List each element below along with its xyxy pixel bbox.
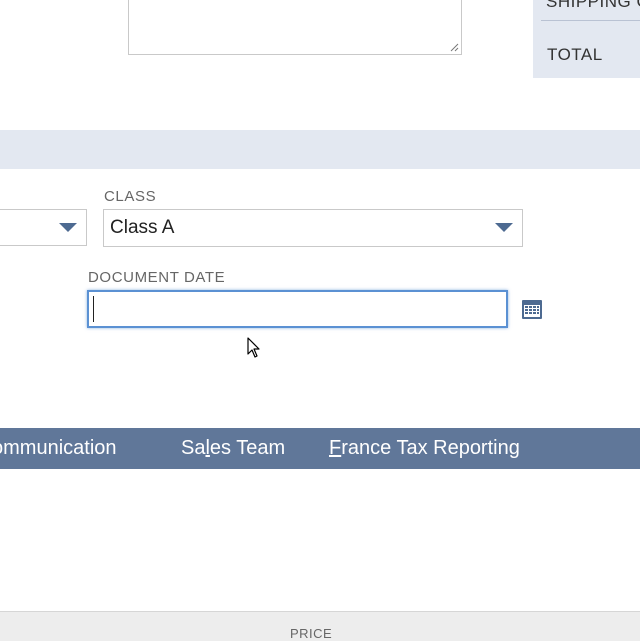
chevron-down-icon[interactable] <box>59 223 77 232</box>
tab-france-tax-reporting[interactable]: France Tax Reporting <box>329 437 520 460</box>
resize-grip-icon[interactable] <box>450 43 459 52</box>
summary-total-label: TOTAL <box>547 45 603 64</box>
document-date-label: DOCUMENT DATE <box>88 269 226 286</box>
summary-divider <box>541 20 640 21</box>
tab-sales-team[interactable]: Sales Team <box>181 437 285 460</box>
grid-column-price[interactable]: PRICE <box>290 626 332 641</box>
document-date-input[interactable] <box>87 290 508 328</box>
class-select-value: Class A <box>110 217 175 238</box>
tab-label: ommunication <box>0 437 117 459</box>
chevron-down-icon[interactable] <box>495 223 513 232</box>
class-label: CLASS <box>104 188 157 205</box>
tab-communication[interactable]: ommunication <box>0 437 117 460</box>
memo-textarea[interactable] <box>128 0 462 55</box>
summary-shipping-label: SHIPPING C <box>546 0 640 11</box>
text-caret <box>93 296 94 322</box>
tab-label-part: es Team <box>209 437 286 459</box>
tab-accelerator-key: F <box>329 437 342 459</box>
tab-label-part: Sa <box>181 437 206 459</box>
tab-label-part: rance Tax Reporting <box>341 437 520 459</box>
mouse-pointer-icon <box>247 337 260 358</box>
section-header-band <box>0 130 640 169</box>
calendar-icon[interactable] <box>521 298 543 320</box>
